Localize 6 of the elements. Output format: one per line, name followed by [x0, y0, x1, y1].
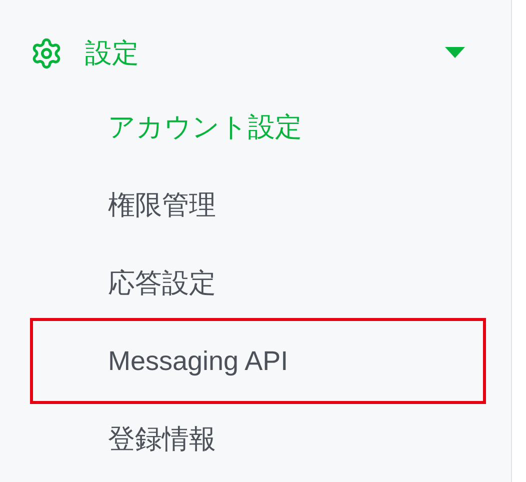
- menu-item[interactable]: 権限管理: [108, 187, 216, 223]
- caret-icon[interactable]: [445, 47, 465, 59]
- menu-item[interactable]: Messaging API: [108, 346, 288, 376]
- menu-item[interactable]: 登録情報: [108, 421, 216, 457]
- settings-icon: [30, 36, 63, 70]
- menu-item[interactable]: 応答設定: [108, 265, 216, 301]
